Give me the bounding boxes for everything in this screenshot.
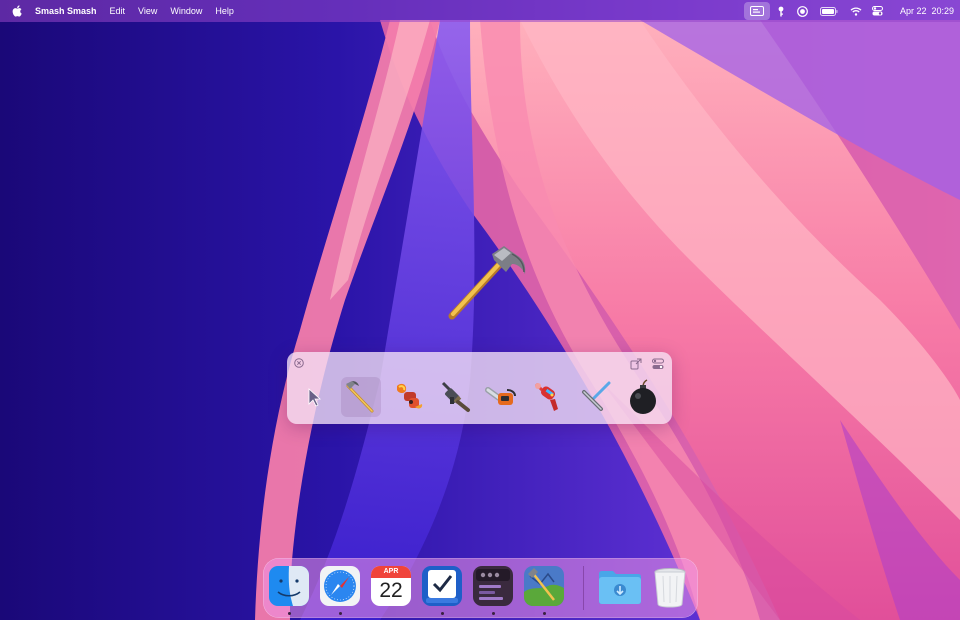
hammer-icon xyxy=(346,381,374,413)
tool-ray-gun[interactable] xyxy=(529,377,569,417)
calendar-day: 22 xyxy=(379,579,403,602)
close-icon[interactable] xyxy=(294,358,304,368)
downloads-folder-icon xyxy=(599,571,641,604)
menubar-date: Apr 22 xyxy=(899,6,927,16)
record-icon[interactable] xyxy=(792,2,814,20)
ray-gun-icon xyxy=(534,382,558,411)
dock-running-dot xyxy=(543,612,546,615)
key-icon[interactable] xyxy=(770,2,792,20)
menu-edit[interactable]: Edit xyxy=(110,6,126,16)
arrow-cursor-icon xyxy=(308,388,322,407)
tool-chainsaw[interactable] xyxy=(482,377,522,417)
menu-view[interactable]: View xyxy=(138,6,157,16)
smash-smash-icon xyxy=(524,566,564,606)
dock: APR 22 xyxy=(263,558,698,618)
dock-separator xyxy=(583,566,584,610)
tool-squeegee[interactable] xyxy=(576,377,616,417)
machine-gun-icon xyxy=(441,381,470,412)
chainsaw-icon xyxy=(485,387,516,405)
tool-arrow[interactable] xyxy=(294,377,334,417)
dock-finder[interactable] xyxy=(269,566,309,606)
dock-running-dot xyxy=(492,612,495,615)
dock-running-dot xyxy=(339,612,342,615)
screen-share-icon[interactable] xyxy=(743,2,770,20)
menu-help[interactable]: Help xyxy=(215,6,234,16)
menubar-time: 20:29 xyxy=(931,6,954,16)
tasks-checkbox-icon xyxy=(422,566,462,606)
bomb-icon xyxy=(630,379,656,414)
dock-running-dot xyxy=(441,612,444,615)
tool-flamethrower[interactable] xyxy=(388,377,428,417)
console-icon xyxy=(473,566,513,606)
hammer-cursor-icon xyxy=(448,246,526,320)
toggle-icon[interactable] xyxy=(652,358,664,370)
tool-palette xyxy=(287,352,672,424)
battery-icon[interactable] xyxy=(814,2,844,20)
dock-safari[interactable] xyxy=(320,566,360,606)
wifi-icon[interactable] xyxy=(844,2,868,20)
menu-window[interactable]: Window xyxy=(170,6,202,16)
apple-icon[interactable] xyxy=(12,5,22,17)
dock-tasks[interactable] xyxy=(422,566,462,606)
app-menu[interactable]: Smash Smash xyxy=(35,6,97,16)
flamethrower-icon xyxy=(397,383,423,409)
dock-trash[interactable] xyxy=(650,566,690,608)
tool-bomb[interactable] xyxy=(623,377,663,417)
menubar-clock[interactable]: Apr 22 20:29 xyxy=(900,6,954,16)
dock-calendar[interactable]: APR 22 xyxy=(371,566,411,606)
finder-icon xyxy=(269,566,309,606)
dock-smash-smash[interactable] xyxy=(524,566,564,606)
share-icon[interactable] xyxy=(630,358,642,370)
dock-downloads[interactable] xyxy=(597,566,641,606)
dock-running-dot xyxy=(288,612,291,615)
menu-bar: Smash Smash Edit View Window Help Apr 22… xyxy=(0,0,960,22)
tool-hammer[interactable] xyxy=(341,377,381,417)
squeegee-icon xyxy=(582,381,611,411)
tool-machine-gun[interactable] xyxy=(435,377,475,417)
control-center-icon[interactable] xyxy=(868,2,888,20)
safari-icon xyxy=(320,566,360,606)
trash-icon xyxy=(654,568,686,608)
dock-console[interactable] xyxy=(473,566,513,606)
